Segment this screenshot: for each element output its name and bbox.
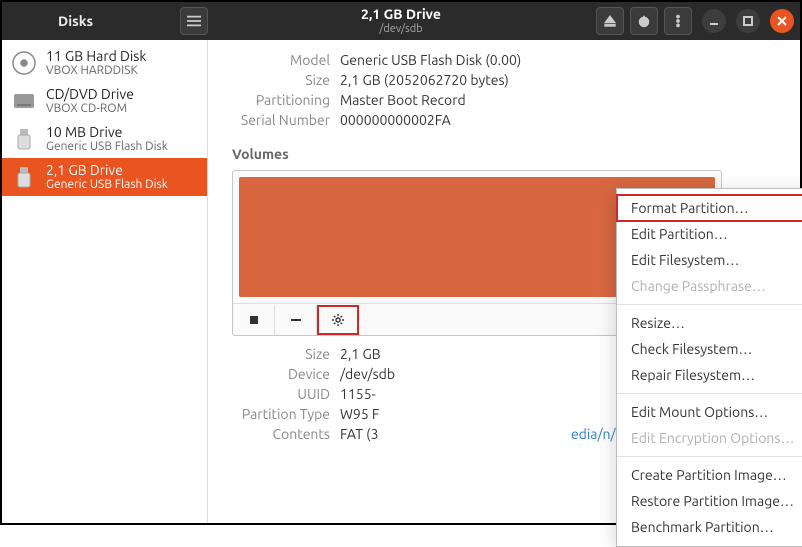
drive-list: 11 GB Hard Disk VBOX HARDDISK CD/DVD Dri… xyxy=(2,40,208,523)
sidebar-item-usb-selected[interactable]: 2,1 GB Drive Generic USB Flash Disk xyxy=(2,158,207,196)
sidebar-item-label: 2,1 GB Drive xyxy=(46,162,168,178)
value-device: /dev/sdb xyxy=(340,366,395,382)
usb-icon xyxy=(10,163,38,191)
volumes-heading: Volumes xyxy=(232,146,776,162)
label-partitioning: Partitioning xyxy=(232,92,340,108)
value-size: 2,1 GB (2052062720 bytes) xyxy=(340,72,509,88)
menu-repair-filesystem[interactable]: Repair Filesystem… xyxy=(617,362,802,388)
window-subtitle: /dev/sdb xyxy=(361,23,441,35)
usb-icon xyxy=(10,125,38,153)
value-model: Generic USB Flash Disk (0.00) xyxy=(340,52,521,68)
minimize-button[interactable] xyxy=(702,9,726,33)
label-size: Size xyxy=(232,72,340,88)
menu-restore-partition-image[interactable]: Restore Partition Image… xyxy=(617,488,802,514)
sidebar-item-label: 11 GB Hard Disk xyxy=(46,48,146,64)
menu-edit-filesystem[interactable]: Edit Filesystem… xyxy=(617,247,802,273)
label-contents: Contents xyxy=(232,426,340,442)
hamburger-menu-button[interactable] xyxy=(180,7,208,35)
label-serial: Serial Number xyxy=(232,112,340,128)
power-button[interactable] xyxy=(630,7,658,35)
value-ptype: W95 F xyxy=(340,406,379,422)
sidebar-item-sublabel: Generic USB Flash Disk xyxy=(46,178,168,192)
sidebar-item-label: 10 MB Drive xyxy=(46,124,168,140)
value-partitioning: Master Boot Record xyxy=(340,92,466,108)
menu-separator xyxy=(617,456,802,457)
label-device: Device xyxy=(232,366,340,382)
sidebar-item-sublabel: Generic USB Flash Disk xyxy=(46,140,168,154)
menu-separator xyxy=(617,393,802,394)
menu-create-partition-image[interactable]: Create Partition Image… xyxy=(617,462,802,488)
window-title: 2,1 GB Drive xyxy=(361,7,441,22)
hdd-icon xyxy=(10,49,38,77)
unmount-button[interactable] xyxy=(233,305,275,335)
label-uuid: UUID xyxy=(232,386,340,402)
maximize-button[interactable] xyxy=(736,9,760,33)
sidebar-item-label: CD/DVD Drive xyxy=(46,86,134,102)
sidebar-item-usb-small[interactable]: 10 MB Drive Generic USB Flash Disk xyxy=(2,120,207,158)
drive-menu-button[interactable] xyxy=(664,7,692,35)
menu-check-filesystem[interactable]: Check Filesystem… xyxy=(617,336,802,362)
menu-edit-encryption-options: Edit Encryption Options… xyxy=(617,425,802,451)
menu-edit-mount-options[interactable]: Edit Mount Options… xyxy=(617,399,802,425)
value-vol-size: 2,1 GB xyxy=(340,346,381,362)
sidebar-item-optical[interactable]: CD/DVD Drive VBOX CD-ROM xyxy=(2,82,207,120)
sidebar-item-sublabel: VBOX CD-ROM xyxy=(46,102,134,116)
menu-change-passphrase: Change Passphrase… xyxy=(617,273,802,299)
menu-edit-partition[interactable]: Edit Partition… xyxy=(617,221,802,247)
close-button[interactable] xyxy=(770,9,794,33)
contents-text: FAT (3 xyxy=(340,426,379,442)
remove-button[interactable] xyxy=(275,305,317,335)
menu-separator xyxy=(617,304,802,305)
value-serial: 000000000002FA xyxy=(340,112,451,128)
value-uuid: 1155- xyxy=(340,386,376,402)
optical-icon xyxy=(10,87,38,115)
menu-benchmark-partition[interactable]: Benchmark Partition… xyxy=(617,514,802,540)
menu-format-partition[interactable]: Format Partition… xyxy=(617,195,802,221)
main-panel: Model Generic USB Flash Disk (0.00) Size… xyxy=(208,40,800,523)
eject-button[interactable] xyxy=(596,7,624,35)
app-name: Disks xyxy=(8,13,93,29)
sidebar-item-sublabel: VBOX HARDDISK xyxy=(46,64,146,78)
label-vol-size: Size xyxy=(232,346,340,362)
titlebar: Disks 2,1 GB Drive /dev/sdb xyxy=(2,2,800,40)
volume-settings-button[interactable] xyxy=(317,305,359,335)
volume-settings-menu: Format Partition… Edit Partition… Edit F… xyxy=(616,188,802,547)
label-ptype: Partition Type xyxy=(232,406,340,422)
label-model: Model xyxy=(232,52,340,68)
menu-resize[interactable]: Resize… xyxy=(617,310,802,336)
sidebar-item-hdd[interactable]: 11 GB Hard Disk VBOX HARDDISK xyxy=(2,44,207,82)
